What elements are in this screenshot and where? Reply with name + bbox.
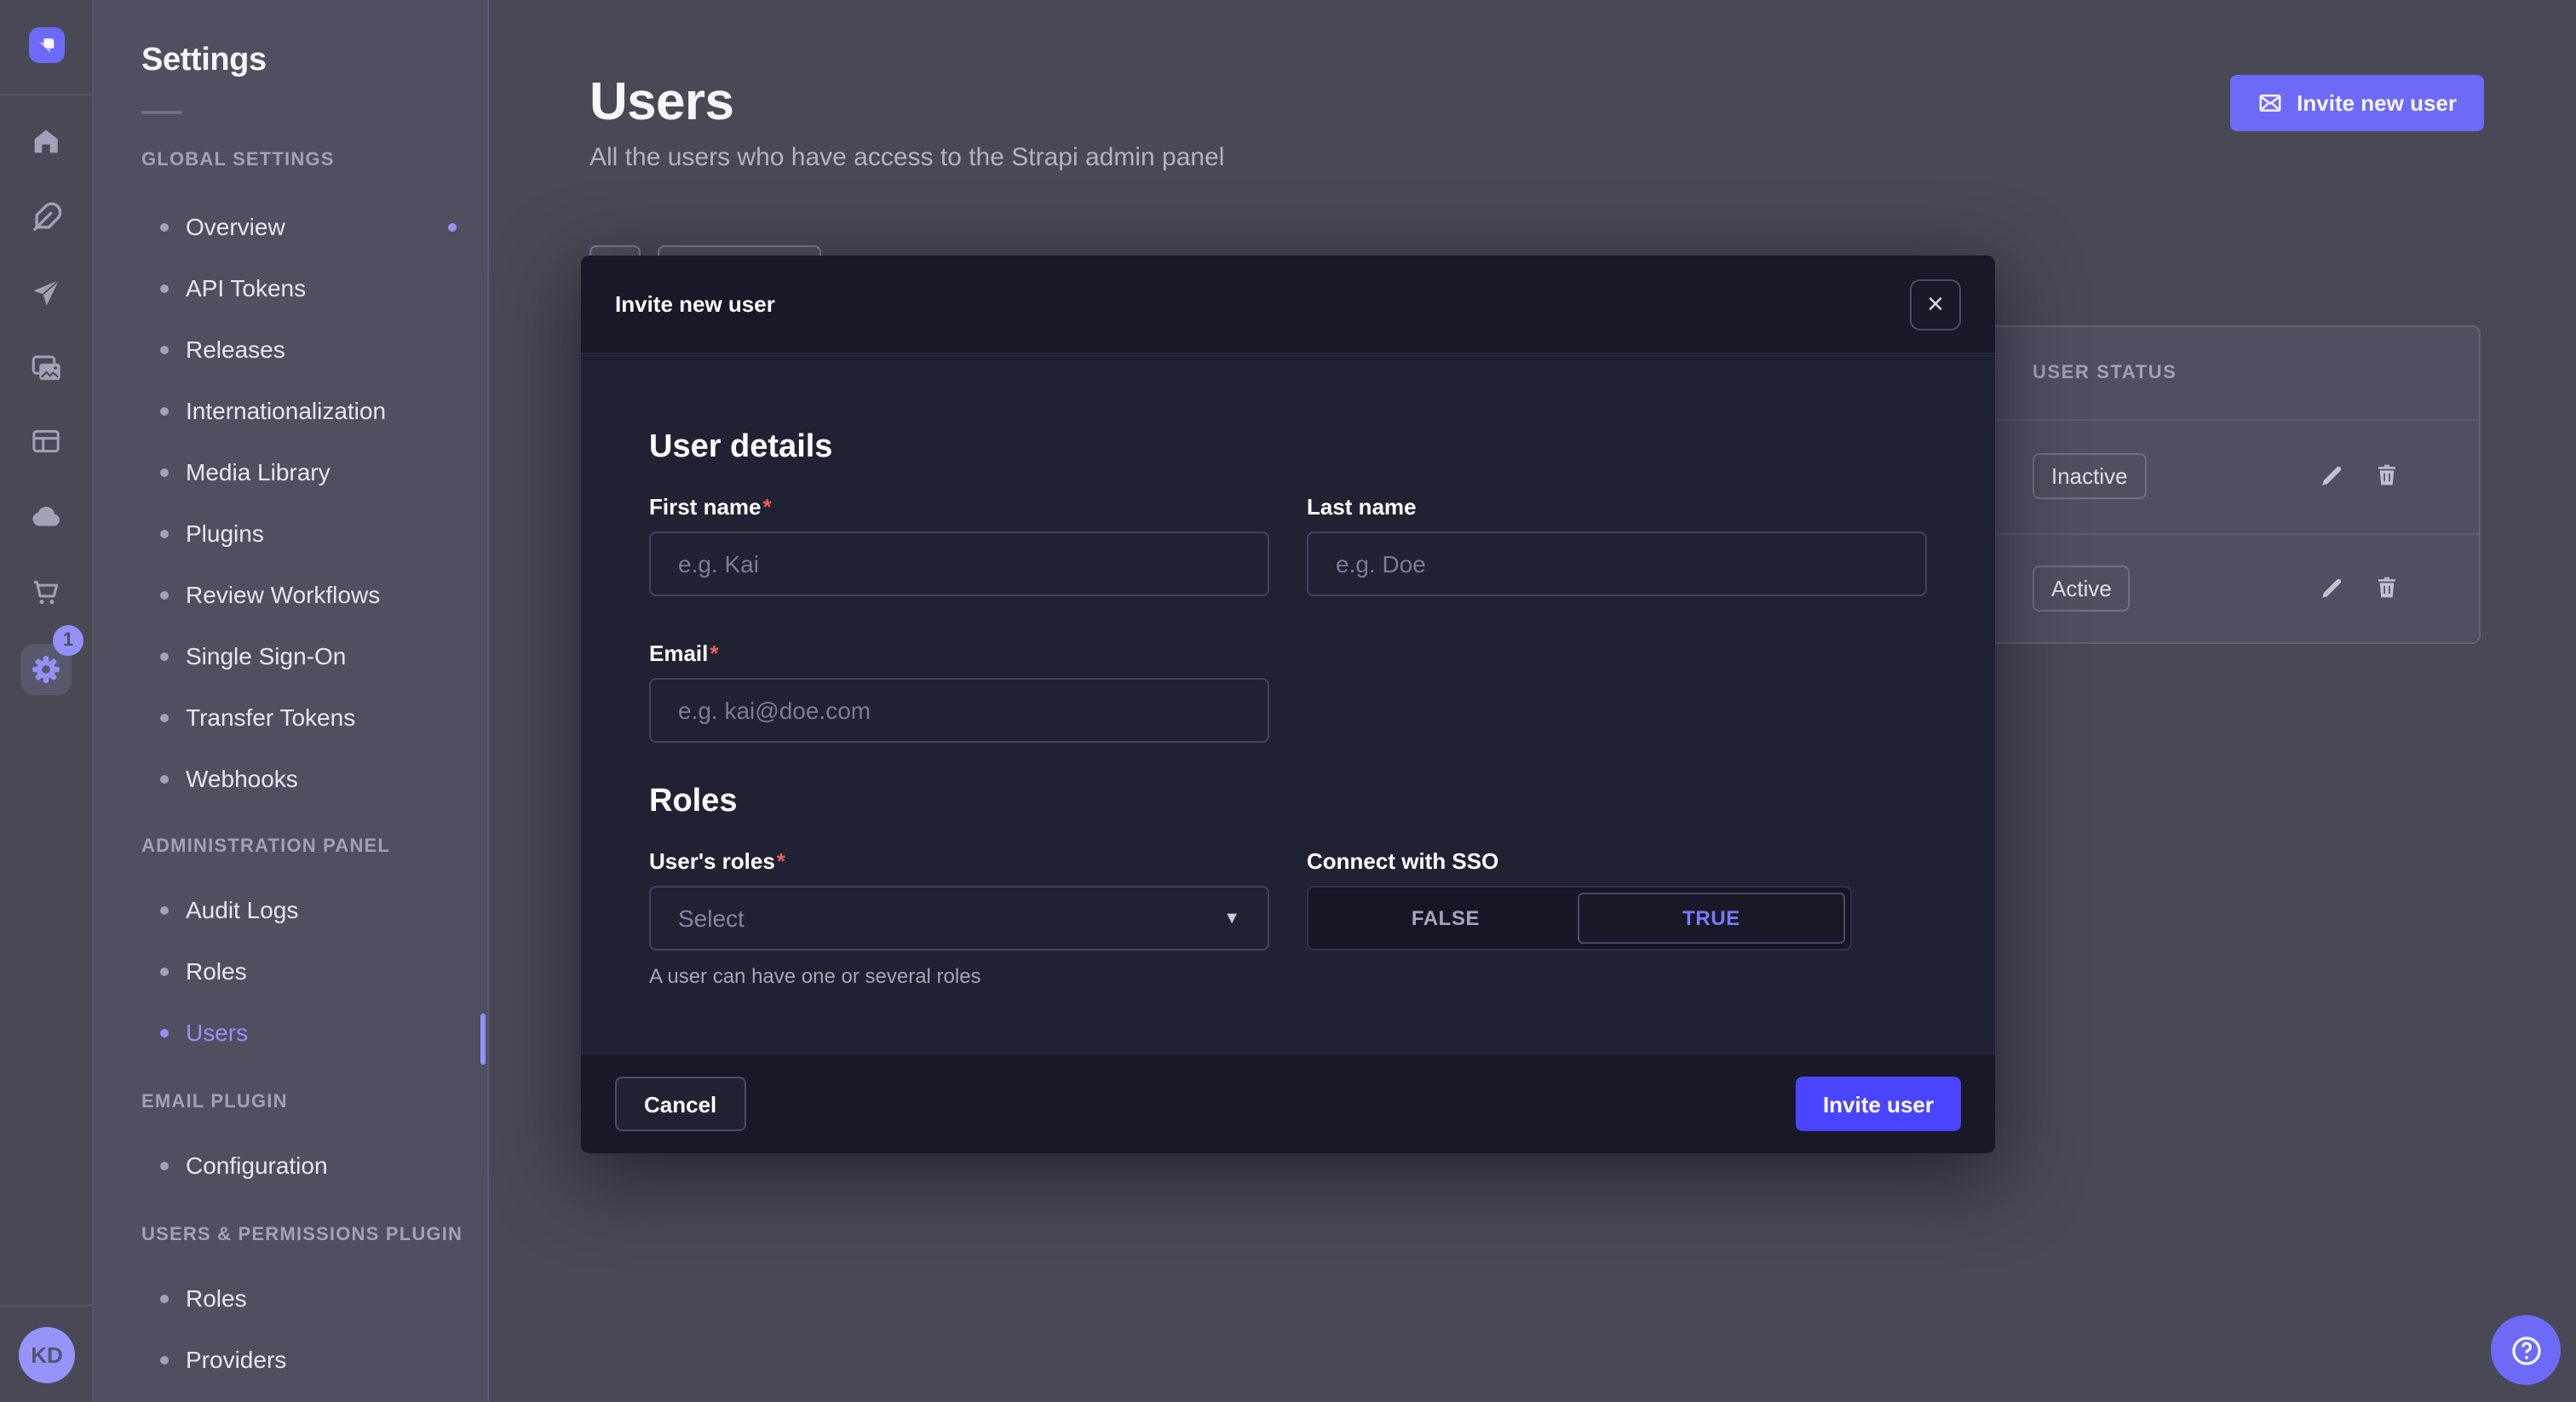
required-asterisk: * xyxy=(710,641,718,666)
close-icon: × xyxy=(1927,290,1944,319)
invite-user-modal: Invite new user × User details First nam… xyxy=(581,256,1995,1153)
roles-field-group: User's roles* Select ▼ A user can have o… xyxy=(649,848,1269,988)
email-input[interactable] xyxy=(649,678,1269,743)
modal-header: Invite new user × xyxy=(581,256,1995,354)
email-field-group: Email* xyxy=(649,641,1269,743)
sso-toggle: FALSE TRUE xyxy=(1307,886,1852,951)
first-name-label: First name* xyxy=(649,494,1269,520)
roles-heading: Roles xyxy=(649,784,1927,821)
user-details-heading: User details xyxy=(649,429,1927,467)
connect-sso-label: Connect with SSO xyxy=(1307,848,1927,874)
roles-select-value: Select xyxy=(678,905,745,932)
chevron-down-icon: ▼ xyxy=(1223,909,1240,928)
strapi-admin: 1 KD Settings GLOBAL SETTINGS Overview A… xyxy=(0,0,2576,1402)
modal-footer: Cancel Invite user xyxy=(581,1053,1995,1153)
last-name-label: Last name xyxy=(1307,494,1927,520)
modal-title: Invite new user xyxy=(615,291,775,317)
last-name-input[interactable] xyxy=(1307,531,1927,596)
first-name-input[interactable] xyxy=(649,531,1269,596)
email-label: Email* xyxy=(649,641,1269,666)
sso-field-group: Connect with SSO FALSE TRUE xyxy=(1307,848,1927,988)
cancel-button[interactable]: Cancel xyxy=(615,1077,745,1131)
close-button[interactable]: × xyxy=(1910,279,1961,330)
last-name-field-group: Last name xyxy=(1307,494,1927,596)
invite-user-submit-button[interactable]: Invite user xyxy=(1796,1077,1961,1131)
sso-toggle-true[interactable]: TRUE xyxy=(1578,893,1845,944)
roles-select[interactable]: Select ▼ xyxy=(649,886,1269,951)
roles-hint: A user can have one or several roles xyxy=(649,964,1269,988)
modal-body: User details First name* Last name Email… xyxy=(581,429,1995,988)
user-roles-label: User's roles* xyxy=(649,848,1269,874)
sso-toggle-false[interactable]: FALSE xyxy=(1314,893,1578,944)
required-asterisk: * xyxy=(763,494,772,520)
required-asterisk: * xyxy=(777,848,785,874)
first-name-field-group: First name* xyxy=(649,494,1269,596)
